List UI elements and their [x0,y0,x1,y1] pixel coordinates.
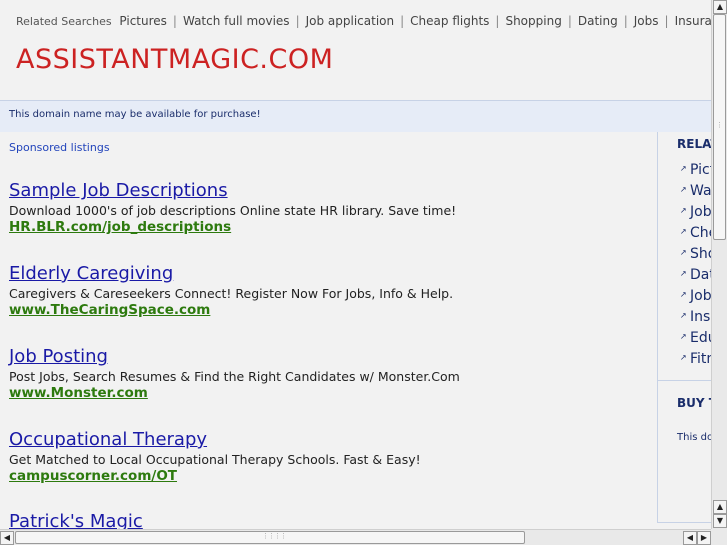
scroll-up-arrow-icon[interactable]: ▲ [713,500,727,514]
site-title: ASSISTANTMAGIC.COM [16,44,334,75]
sidebar-related-link[interactable]: Fitn [680,351,711,372]
listing-description: Get Matched to Local Occupational Therap… [9,452,421,467]
sidebar-related-link[interactable]: Pict [680,162,711,183]
related-search-link[interactable]: Insurance [675,14,711,28]
scroll-up-arrow-icon[interactable]: ▲ [713,0,727,14]
scroll-left-arrow-icon[interactable]: ◀ [683,531,697,545]
listing-title-link[interactable]: Elderly Caregiving [9,263,453,285]
related-sidebar: RELAT PictWatJobCheShoDatJobInsuEduFitn … [657,132,711,523]
listing-title-link[interactable]: Sample Job Descriptions [9,180,456,202]
scroll-left-arrow-icon[interactable]: ◀ [0,531,14,545]
listing-title-link[interactable]: Job Posting [9,346,460,368]
listing-item: Patrick's Magic [9,511,143,529]
listing-item: Job Posting Post Jobs, Search Resumes & … [9,346,460,402]
sidebar-related-link[interactable]: Insu [680,309,711,330]
header: Related Searches Pictures | Watch full mov… [0,0,711,101]
horizontal-scroll-thumb[interactable]: ⋮⋮⋮⋮ [15,531,525,544]
related-search-separator: | [623,14,628,28]
listings-panel: Sponsored listings Sample Job Descriptio… [0,132,657,529]
sidebar-heading: RELAT [677,137,711,151]
sidebar-related-link[interactable]: Che [680,225,711,246]
related-search-link[interactable]: Job application [306,14,395,28]
sidebar-list: PictWatJobCheShoDatJobInsuEduFitn [680,162,711,372]
related-search-link[interactable]: Dating [578,14,618,28]
vertical-scrollbar[interactable]: ▲ ⋮⋮⋮ ▲ ▼ [711,0,727,529]
domain-notice-text: This domain name may be available for pu… [9,109,261,120]
listing-item: Elderly Caregiving Caregivers & Careseek… [9,263,453,319]
listing-description: Post Jobs, Search Resumes & Find the Rig… [9,369,460,384]
scroll-right-arrow-icon[interactable]: ▶ [697,531,711,545]
related-search-separator: | [400,14,405,28]
listing-item: Sample Job Descriptions Download 1000's … [9,180,456,236]
sponsored-listings-link[interactable]: Sponsored listings [9,141,110,154]
related-searches-bar: Related Searches Pictures | Watch full mov… [16,14,711,28]
related-search-separator: | [172,14,177,28]
related-search-link[interactable]: Watch full movies [183,14,290,28]
related-search-link[interactable]: Pictures [119,14,167,28]
related-search-link[interactable]: Cheap flights [410,14,489,28]
vertical-scroll-thumb[interactable]: ⋮⋮⋮ [713,14,727,240]
related-search-link[interactable]: Jobs [634,14,659,28]
listing-url-link[interactable]: campuscorner.com/OT [9,468,421,485]
listing-url-link[interactable]: HR.BLR.com/job_descriptions [9,219,456,236]
related-searches-label: Related Searches [16,15,112,28]
related-search-separator: | [295,14,300,28]
related-search-separator: | [664,14,669,28]
grip-icon: ⋮⋮⋮⋮ [262,532,287,540]
sidebar-related-link[interactable]: Job [680,204,711,225]
sidebar-related-link[interactable]: Edu [680,330,711,351]
buy-text: This dom [677,432,711,443]
horizontal-scrollbar[interactable]: ◀ ⋮⋮⋮⋮ ◀ ▶ [0,529,711,545]
listing-item: Occupational Therapy Get Matched to Loca… [9,429,421,485]
related-search-separator: | [495,14,500,28]
listing-description: Caregivers & Careseekers Connect! Regist… [9,286,454,301]
scrollbar-corner [711,529,727,545]
sidebar-related-link[interactable]: Dat [680,267,711,288]
listing-title-link[interactable]: Patrick's Magic [9,511,143,529]
listing-description: Download 1000's of job descriptions Onli… [9,203,457,218]
grip-icon: ⋮⋮⋮ [716,121,727,129]
related-search-link[interactable]: Shopping [505,14,561,28]
sidebar-related-link[interactable]: Wat [680,183,711,204]
sidebar-divider [658,380,711,381]
buy-heading: BUY T [677,396,711,410]
listing-title-link[interactable]: Occupational Therapy [9,429,421,451]
sidebar-related-link[interactable]: Sho [680,246,711,267]
listing-url-link[interactable]: www.TheCaringSpace.com [9,302,453,319]
page-viewport: Related Searches Pictures | Watch full mov… [0,0,711,529]
scroll-down-arrow-icon[interactable]: ▼ [713,514,727,528]
sidebar-related-link[interactable]: Job [680,288,711,309]
listing-url-link[interactable]: www.Monster.com [9,385,460,402]
domain-notice: This domain name may be available for pu… [0,101,711,132]
related-search-separator: | [567,14,572,28]
